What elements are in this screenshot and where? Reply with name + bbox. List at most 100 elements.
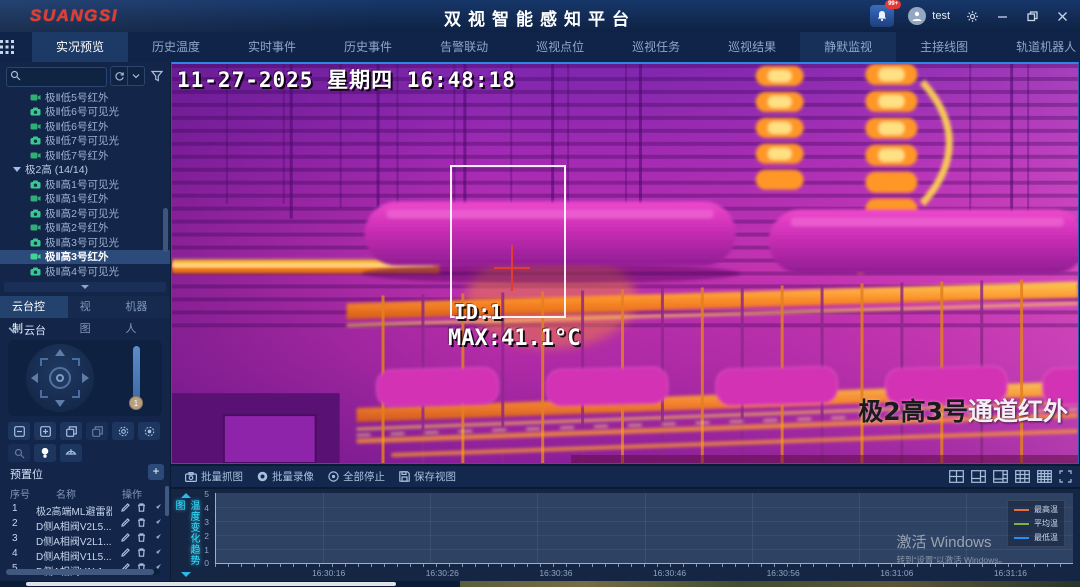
tab-patrol-points[interactable]: 巡视点位 [512, 32, 608, 62]
goto-preset-icon[interactable] [153, 533, 162, 542]
refresh-button[interactable] [111, 67, 127, 85]
tree-group[interactable]: 极2高 (14/14) [0, 163, 170, 178]
tree-item[interactable]: 极Ⅱ低5号红外 [0, 90, 170, 105]
fullscreen-icon[interactable] [1059, 470, 1072, 483]
thermal-video-panel[interactable]: 11-27-2025 星期四 16:48:18 ID:1 MAX:41.1°C … [171, 62, 1079, 464]
layout-4-icon[interactable] [949, 470, 964, 483]
tab-alarm-linkage[interactable]: 告警联动 [416, 32, 512, 62]
batch-capture-button[interactable]: 批量抓图 [185, 469, 243, 484]
sidebar: 极Ⅱ低5号红外 极Ⅱ低6号可见光 极Ⅱ低6号红外 极Ⅱ低7号可见光 极Ⅱ低7号红… [0, 62, 170, 587]
tree-expand-strip[interactable] [4, 282, 166, 292]
tree-item-selected[interactable]: 极Ⅱ高3号红外 [0, 250, 170, 265]
edit-icon[interactable] [121, 548, 130, 557]
thermal-camera-icon [30, 93, 41, 102]
iris-close-button[interactable] [138, 422, 160, 440]
tree-item[interactable]: 极Ⅱ低7号可见光 [0, 134, 170, 149]
x-tick: 16:31:16 [985, 568, 1035, 578]
preset-row[interactable]: 2 D侧A相阀V2L5... [0, 517, 170, 532]
goto-preset-icon[interactable] [153, 503, 162, 512]
tree-item[interactable]: 极Ⅱ低7号红外 [0, 148, 170, 163]
sidebar-hscrollbar[interactable] [6, 569, 160, 575]
tree-item[interactable]: 极Ⅱ低6号红外 [0, 119, 170, 134]
notifications-button[interactable]: 99+ [870, 5, 894, 27]
light-button[interactable] [34, 444, 56, 462]
wiper-button[interactable] [60, 444, 82, 462]
zoom-out-button[interactable] [8, 422, 30, 440]
stop-all-button[interactable]: 全部停止 [328, 469, 385, 484]
edit-icon[interactable] [121, 533, 130, 542]
triangle-down-icon [13, 167, 21, 172]
tree-item[interactable]: 极Ⅱ高2号可见光 [0, 206, 170, 221]
hscrollbar-thumb[interactable] [26, 582, 396, 586]
save-view-button[interactable]: 保存视图 [399, 469, 456, 484]
tree-item[interactable]: 极Ⅱ高2号红外 [0, 221, 170, 236]
settings-button[interactable] [964, 8, 980, 24]
expand-collapse-button[interactable] [128, 67, 144, 85]
preset-row[interactable]: 3 D侧A相阀V2L1... [0, 532, 170, 547]
add-preset-button[interactable]: + [148, 464, 164, 480]
tree-item[interactable]: 极Ⅱ高1号可见光 [0, 177, 170, 192]
avatar[interactable] [908, 7, 926, 25]
chart-plot-area[interactable]: 最高温 平均温 最低温 激活 Windows 转到“设置”以激活 Windows… [215, 493, 1073, 564]
delete-icon[interactable] [137, 518, 146, 527]
layout-9-icon[interactable] [1015, 470, 1030, 483]
batch-record-button[interactable]: 批量录像 [257, 469, 314, 484]
tab-silent-monitor[interactable]: 静默监视 [800, 32, 896, 62]
ptz-section-header[interactable]: 云台 [10, 322, 46, 338]
tab-patrol-tasks[interactable]: 巡视任务 [608, 32, 704, 62]
tree-item[interactable]: 极Ⅱ高3号可见光 [0, 235, 170, 250]
zoom-slider[interactable]: 1 [133, 346, 140, 402]
delete-icon[interactable] [137, 533, 146, 542]
tab-history-temp[interactable]: 历史温度 [128, 32, 224, 62]
tab-rail-robot[interactable]: 轨道机器人 [992, 32, 1080, 62]
tab-patrol-results[interactable]: 巡视结果 [704, 32, 800, 62]
zoom-slider-thumb[interactable]: 1 [129, 396, 143, 410]
restore-button[interactable] [1024, 8, 1040, 24]
username[interactable]: test [932, 10, 950, 22]
ptz-center-button[interactable] [49, 367, 71, 389]
tree-item[interactable]: 极Ⅱ高1号红外 [0, 192, 170, 207]
tree-scrollbar[interactable] [163, 208, 168, 252]
tree-item[interactable]: 极Ⅱ高4号可见光 [0, 264, 170, 279]
arrow-up-icon[interactable] [55, 349, 65, 356]
goto-preset-icon[interactable] [153, 518, 162, 527]
preset-row[interactable]: 4 D侧A相阀V1L5... [0, 547, 170, 562]
focus-far-button[interactable] [86, 422, 108, 440]
apps-menu-button[interactable] [0, 32, 14, 62]
arrow-right-icon[interactable] [82, 373, 89, 383]
close-button[interactable] [1054, 8, 1070, 24]
app-hscrollbar[interactable] [0, 581, 1080, 587]
edit-icon[interactable] [121, 518, 130, 527]
tab-robot[interactable]: 机器人 [113, 296, 170, 318]
y-tick: 2 [171, 531, 209, 541]
tab-live-preview[interactable]: 实况预览 [32, 32, 128, 62]
measure-region-box[interactable] [450, 165, 566, 318]
tab-realtime-events[interactable]: 实时事件 [224, 32, 320, 62]
device-search-input[interactable] [6, 67, 107, 87]
focus-near-button[interactable] [60, 422, 82, 440]
tab-ptz-control[interactable]: 云台控制 [0, 296, 68, 318]
tab-history-events[interactable]: 历史事件 [320, 32, 416, 62]
goto-preset-icon[interactable] [153, 548, 162, 557]
ptz-dpad[interactable] [26, 344, 94, 412]
tab-main-wiring[interactable]: 主接线图 [896, 32, 992, 62]
layout-6-icon[interactable] [971, 470, 986, 483]
iris-open-button[interactable] [112, 422, 134, 440]
zoom-in-button[interactable] [34, 422, 56, 440]
magnifier-button[interactable] [8, 444, 30, 462]
tab-view[interactable]: 视图 [68, 296, 114, 318]
arrow-left-icon[interactable] [31, 373, 38, 383]
preset-row[interactable]: 1 极2高端ML避雷器 [0, 502, 170, 517]
delete-icon[interactable] [137, 548, 146, 557]
y-tick: 4 [171, 503, 209, 513]
minimize-button[interactable] [994, 8, 1010, 24]
edit-icon[interactable] [121, 503, 130, 512]
temperature-trend-panel: 温度变化趋势图 5 4 3 2 1 0 最高温 平均温 最低温 激活 Windo… [171, 489, 1080, 581]
tree-item[interactable]: 极Ⅱ低6号可见光 [0, 105, 170, 120]
layout-16-icon[interactable] [1037, 470, 1052, 483]
presets-scrollbar[interactable] [165, 486, 169, 516]
delete-icon[interactable] [137, 503, 146, 512]
layout-8-icon[interactable] [993, 470, 1008, 483]
arrow-down-icon[interactable] [55, 400, 65, 407]
filter-button[interactable] [148, 66, 166, 86]
